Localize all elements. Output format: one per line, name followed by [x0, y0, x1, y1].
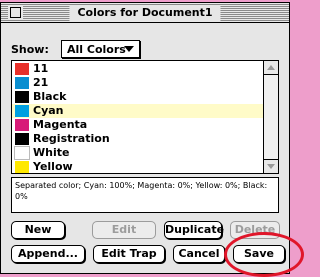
color-swatch — [15, 161, 29, 173]
show-label: Show: — [11, 43, 49, 56]
title-bar[interactable]: Colors for Document1 — [1, 3, 289, 23]
delete-button[interactable]: Delete — [230, 221, 280, 239]
color-list-item-selected[interactable]: Cyan — [12, 104, 263, 118]
color-name: Cyan — [33, 104, 64, 117]
color-list-item[interactable]: White — [12, 146, 263, 160]
color-list-item[interactable]: Magenta — [12, 118, 263, 132]
color-list[interactable]: 11 21 Black Cyan Magenta Registration Wh… — [11, 60, 279, 174]
save-button[interactable]: Save — [233, 245, 285, 263]
append-button[interactable]: Append... — [11, 245, 85, 263]
new-button[interactable]: New — [11, 221, 65, 239]
color-name: Registration — [33, 132, 110, 145]
color-list-item[interactable]: Registration — [12, 132, 263, 146]
list-scrollbar[interactable] — [263, 61, 278, 173]
arrow-down-icon — [267, 164, 275, 169]
close-box[interactable] — [10, 7, 21, 18]
color-description: Separated color; Cyan: 100%; Magenta: 0%… — [11, 177, 279, 213]
color-swatch — [14, 146, 30, 160]
color-swatch — [15, 119, 29, 131]
edit-button[interactable]: Edit — [92, 221, 156, 239]
scroll-up-arrow[interactable] — [264, 61, 278, 75]
color-name: White — [33, 146, 70, 159]
window-title: Colors for Document1 — [69, 5, 221, 21]
scroll-down-arrow[interactable] — [264, 159, 278, 173]
color-list-item[interactable]: Black — [12, 90, 263, 104]
duplicate-button[interactable]: Duplicate — [164, 221, 224, 239]
color-swatch — [15, 63, 29, 75]
color-list-item[interactable]: 11 — [12, 62, 263, 76]
edit-trap-button[interactable]: Edit Trap — [93, 245, 165, 263]
color-list-item[interactable]: Yellow — [12, 160, 263, 173]
color-name: 21 — [33, 76, 49, 89]
color-name: Black — [33, 90, 67, 103]
arrow-up-icon — [267, 65, 275, 70]
color-swatch — [15, 133, 29, 145]
color-swatch — [15, 105, 29, 117]
show-popup-menu[interactable]: All Colors — [61, 40, 140, 58]
colors-dialog: Colors for Document1 Show: All Colors 11… — [0, 2, 290, 274]
chevron-down-icon — [124, 46, 134, 52]
color-name: 11 — [33, 62, 49, 75]
color-name: Yellow — [33, 160, 73, 173]
color-name: Magenta — [33, 118, 88, 131]
color-swatch — [15, 91, 29, 103]
color-swatch — [15, 77, 29, 89]
color-list-item[interactable]: 21 — [12, 76, 263, 90]
cancel-button[interactable]: Cancel — [173, 245, 225, 263]
show-popup-value: All Colors — [67, 43, 126, 56]
